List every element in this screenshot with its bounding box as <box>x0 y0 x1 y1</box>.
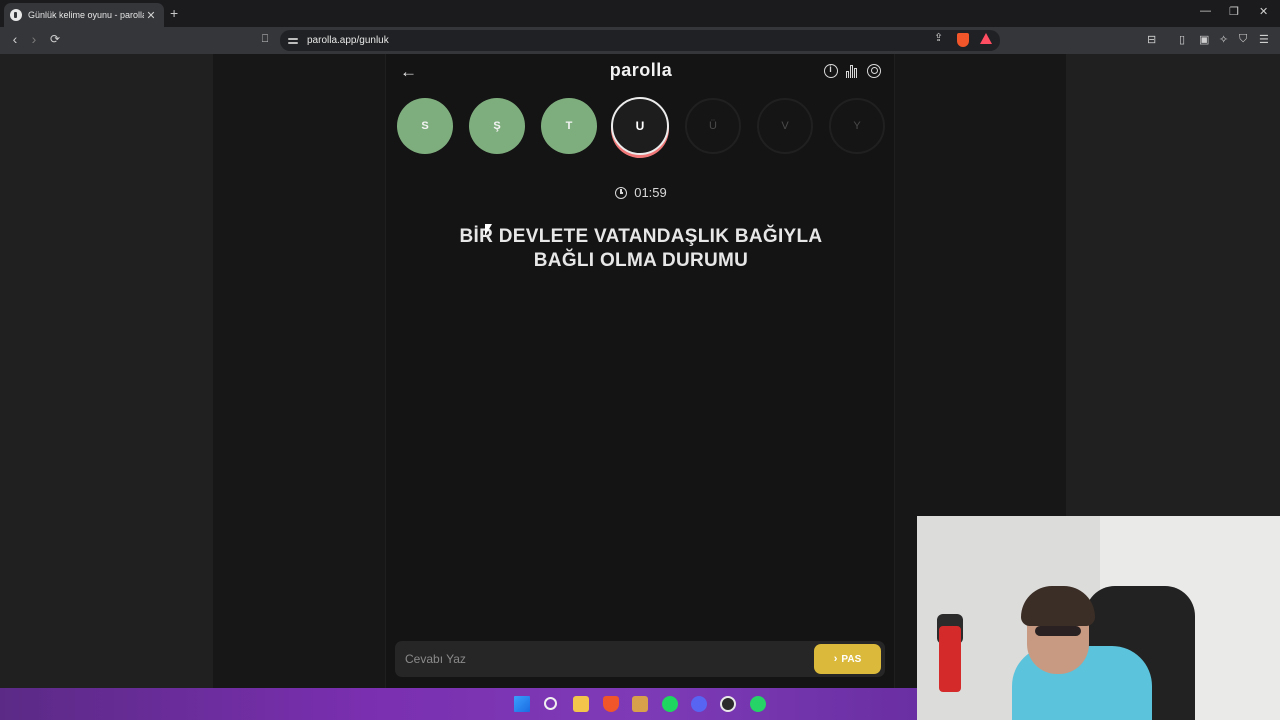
wallet-icon[interactable]: ▣ <box>1199 33 1209 46</box>
user-icon[interactable] <box>867 64 881 78</box>
pass-label: PAS <box>841 653 862 665</box>
address-bar[interactable]: parolla.app/gunluk <box>280 30 1000 51</box>
sidebar-icon[interactable]: ▯ <box>1179 33 1185 46</box>
leo-ai-icon[interactable]: ✧ <box>1219 33 1228 46</box>
letter-circle-uu: Ü <box>685 98 741 154</box>
tab-search-icon[interactable]: ⊟ <box>1147 33 1156 46</box>
menu-icon[interactable]: ☰ <box>1259 33 1269 46</box>
letter-circle-u-active: U <box>611 97 669 155</box>
back-icon[interactable]: ‹ <box>6 31 24 47</box>
bookmark-icon[interactable]: ⎕ <box>256 33 274 46</box>
tab-close-icon[interactable]: ✕ <box>144 9 158 22</box>
spotify-icon[interactable] <box>662 696 678 712</box>
timer: 01:59 <box>386 185 896 200</box>
share-icon[interactable]: ⇪ <box>934 31 943 44</box>
pass-button[interactable]: › PAS <box>814 644 881 674</box>
browser-tab[interactable]: Günlük kelime oyunu - parolla - ✕ <box>4 3 164 27</box>
game-panel: ← parolla S Ş T U Ü V Y 01:59 <box>385 54 895 688</box>
webcam-glasses <box>1035 626 1081 636</box>
discord-icon[interactable] <box>691 696 707 712</box>
timer-value: 01:59 <box>634 185 667 200</box>
browser-toolbar: ‹ › ⟳ ⎕ parolla.app/gunluk ⇪ ⊟ ▯ ▣ ✧ ⛉ ☰ <box>0 27 1280 54</box>
obs-icon[interactable] <box>720 696 736 712</box>
taskbar <box>0 688 917 720</box>
vpn-icon[interactable]: ⛉ <box>1239 33 1247 46</box>
answer-input[interactable] <box>405 646 805 672</box>
windows-start-icon[interactable] <box>514 696 530 712</box>
brave-shield-icon[interactable] <box>957 33 969 47</box>
window-minimize-button[interactable]: — <box>1200 5 1211 17</box>
browser-tab-bar: Günlük kelime oyunu - parolla - ✕ + — ❐ … <box>0 0 1280 27</box>
letter-circle-sh: Ş <box>469 98 525 154</box>
tab-title: Günlük kelime oyunu - parolla - <box>28 10 144 20</box>
question-line-2: BAĞLI OLMA DURUMU <box>533 250 749 271</box>
search-icon[interactable] <box>544 697 557 710</box>
microphone-body <box>939 626 961 692</box>
clock-icon <box>615 186 628 199</box>
reload-icon[interactable]: ⟳ <box>46 32 64 46</box>
parolla-favicon-icon <box>10 9 22 21</box>
url-text: parolla.app/gunluk <box>307 35 389 46</box>
info-icon[interactable] <box>824 64 838 78</box>
letter-circle-v: V <box>757 98 813 154</box>
letter-circle-y: Y <box>829 98 885 154</box>
brave-browser-icon[interactable] <box>603 696 619 712</box>
mouse-cursor-icon <box>485 224 492 236</box>
answer-bar: › PAS <box>395 641 885 677</box>
forward-icon[interactable]: › <box>25 31 43 47</box>
file-explorer-icon[interactable] <box>573 696 589 712</box>
whatsapp-icon[interactable] <box>750 696 766 712</box>
letter-circle-t: T <box>541 98 597 154</box>
window-restore-button[interactable]: ❐ <box>1229 5 1239 18</box>
webcam-hair <box>1021 586 1095 626</box>
letter-circle-s: S <box>397 98 453 154</box>
app-icon[interactable] <box>632 696 648 712</box>
stats-icon[interactable] <box>846 64 860 78</box>
new-tab-button[interactable]: + <box>170 5 178 21</box>
brave-rewards-icon[interactable] <box>980 33 992 44</box>
site-info-icon[interactable] <box>288 36 298 46</box>
brand-title: parolla <box>609 60 673 80</box>
window-close-button[interactable]: ✕ <box>1259 5 1268 18</box>
chevron-right-icon: › <box>833 653 838 665</box>
webcam-overlay <box>917 516 1280 720</box>
letter-progress-row: S Ş T U Ü V Y <box>397 97 887 158</box>
